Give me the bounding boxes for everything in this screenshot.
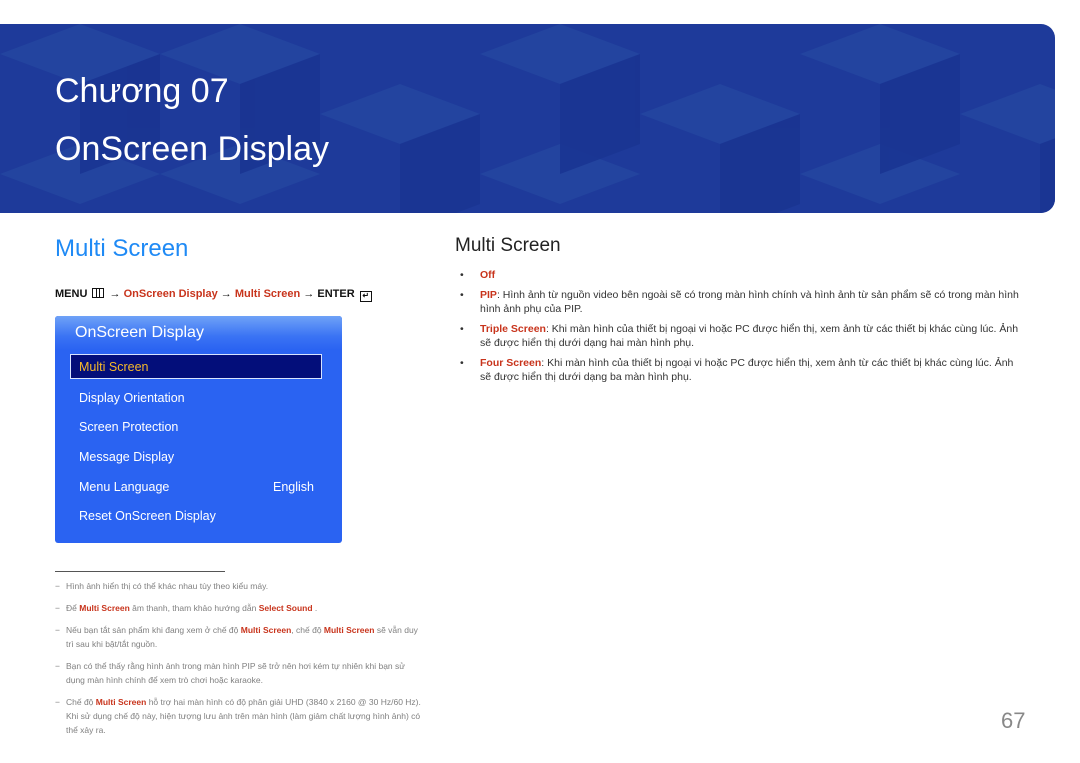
path-arrow: →	[220, 288, 232, 300]
option-term: Off	[480, 269, 496, 281]
osd-menu-panel: OnScreen Display Multi Screen Display Or…	[55, 316, 342, 543]
osd-item-menu-language[interactable]: Menu Language	[79, 480, 169, 494]
note-keyword: Multi Screen	[95, 697, 147, 707]
note-dash: −	[55, 661, 60, 671]
option-item: • Triple Screen: Khi màn hình của thiết b…	[455, 322, 1020, 351]
section-title: Multi Screen	[55, 235, 189, 262]
bullet-dot: •	[460, 356, 464, 369]
bullet-dot: •	[460, 322, 464, 335]
osd-item-message-display[interactable]: Message Display	[79, 450, 174, 464]
note-text: Để	[66, 603, 80, 613]
osd-menu-header: OnScreen Display	[55, 316, 342, 350]
note-text: Bạn có thể thấy rằng hình ảnh trong màn …	[66, 661, 405, 685]
note-dash: −	[55, 625, 60, 635]
menu-path: MENU → OnScreen Display → Multi Screen →…	[55, 288, 372, 302]
note-dash: −	[55, 603, 60, 613]
right-section-title: Multi Screen	[455, 235, 561, 256]
chapter-banner: Chương 07 OnScreen Display	[0, 24, 1055, 213]
bullet-dot: •	[460, 288, 464, 301]
chapter-title: OnScreen Display	[55, 130, 330, 168]
osd-item-multi-screen[interactable]: Multi Screen	[70, 354, 322, 379]
osd-item-screen-protection[interactable]: Screen Protection	[79, 420, 178, 434]
osd-item-label: Multi Screen	[79, 360, 149, 374]
note-keyword: Multi Screen	[240, 625, 292, 635]
note-item: − Bạn có thể thấy rằng hình ảnh trong màn…	[55, 659, 425, 687]
option-term: PIP	[480, 288, 497, 301]
page-number: 67	[1001, 708, 1026, 733]
option-term: Triple Screen	[480, 322, 546, 335]
option-description: : Hình ảnh từ nguồn video bên ngoài sẽ c…	[480, 288, 1019, 316]
note-item: − Nếu bạn tắt sản phẩm khi đang xem ở chế…	[55, 623, 425, 651]
osd-item-menu-language-value: English	[273, 480, 314, 494]
note-text: Nếu bạn tắt sản phẩm khi đang xem ở chế …	[66, 625, 241, 635]
note-text: .	[312, 603, 318, 613]
note-keyword: Multi Screen	[79, 603, 130, 613]
osd-item-display-orientation[interactable]: Display Orientation	[79, 391, 185, 405]
option-list: • Off • PIP: Hình ảnh từ nguồn video bên ng…	[455, 268, 1020, 390]
note-item: − Hình ảnh hiển thị có thể khác nhau tùy …	[55, 579, 425, 593]
menu-grid-icon	[92, 288, 105, 298]
note-dash: −	[55, 697, 60, 707]
option-item: • PIP: Hình ảnh từ nguồn video bên ngoài …	[455, 288, 1020, 317]
note-keyword: Select Sound	[258, 603, 313, 613]
bullet-dot: •	[460, 269, 464, 281]
notes-list: − Hình ảnh hiển thị có thể khác nhau tùy …	[55, 579, 425, 745]
note-item: − Chế độ Multi Screen hỗ trợ hai màn hình…	[55, 695, 425, 737]
note-text: âm thanh, tham khảo hướng dẫn	[129, 603, 259, 613]
note-text: Hình ảnh hiển thị có thể khác nhau tùy t…	[66, 581, 269, 591]
path-step-onscreen-display: OnScreen Display	[123, 288, 218, 300]
chapter-number: Chương 07	[55, 72, 229, 110]
enter-label: ENTER	[317, 288, 355, 300]
option-item: • Four Screen: Khi màn hình của thiết bị …	[455, 356, 1020, 385]
osd-item-reset-onscreen-display[interactable]: Reset OnScreen Display	[79, 509, 216, 523]
path-arrow: →	[303, 288, 315, 300]
cube-pattern	[0, 24, 1055, 213]
path-step-multi-screen: Multi Screen	[234, 288, 301, 300]
note-keyword: Multi Screen	[323, 625, 375, 635]
option-description: : Khi màn hình của thiết bị ngoại vi hoặ…	[480, 356, 1014, 384]
note-text: Chế độ	[66, 697, 96, 707]
note-item: − Để Multi Screen âm thanh, tham khảo hướ…	[55, 601, 425, 615]
note-dash: −	[55, 581, 60, 591]
enter-icon: ↵	[359, 291, 372, 302]
note-text: , chế độ	[291, 625, 324, 635]
notes-divider	[55, 571, 225, 572]
menu-label: MENU	[55, 288, 88, 300]
option-item: • Off	[455, 268, 1020, 283]
path-arrow: →	[109, 288, 121, 300]
option-term: Four Screen	[480, 356, 542, 369]
option-description: : Khi màn hình của thiết bị ngoại vi hoặ…	[480, 322, 1019, 350]
